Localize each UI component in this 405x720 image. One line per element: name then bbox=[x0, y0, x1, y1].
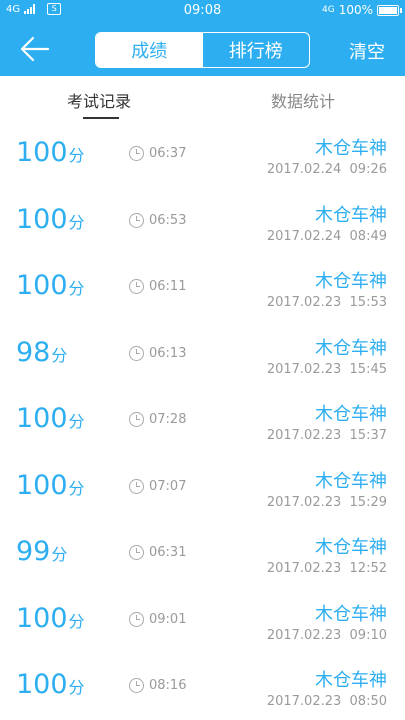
score-unit: 分 bbox=[68, 146, 85, 165]
record-datetime: 2017.02.23 15:45 bbox=[266, 361, 387, 377]
list-item[interactable]: 100分 07:07 木仓车神 2017.02.23 15:29 bbox=[0, 455, 405, 522]
score-value: 100分 bbox=[16, 203, 85, 238]
duration-value: 07:28 bbox=[149, 412, 187, 427]
duration: 06:53 bbox=[129, 212, 187, 228]
user-name: 木仓车神 bbox=[315, 603, 387, 625]
score-unit: 分 bbox=[68, 678, 85, 697]
duration-value: 06:37 bbox=[149, 146, 187, 161]
duration: 07:28 bbox=[129, 412, 186, 427]
score-value: 100分 bbox=[16, 404, 85, 437]
active-tab-indicator bbox=[83, 117, 119, 119]
app-header: 成绩 排行榜 清空 bbox=[0, 22, 405, 76]
score-number: 98 bbox=[16, 336, 51, 368]
score-unit: 分 bbox=[68, 412, 85, 431]
list-item[interactable]: 100分 06:11 木仓车神 2017.02.23 15:53 bbox=[0, 255, 405, 322]
duration-value: 09:01 bbox=[149, 611, 187, 627]
record-datetime: 2017.02.23 08:50 bbox=[266, 694, 387, 709]
score-unit: 分 bbox=[51, 545, 68, 564]
list-item[interactable]: 99分 06:31 木仓车神 2017.02.23 12:52 bbox=[0, 521, 405, 588]
record-datetime: 2017.02.24 08:49 bbox=[266, 228, 387, 244]
score-value: 98分 bbox=[16, 336, 68, 371]
score-unit: 分 bbox=[68, 212, 85, 232]
duration: 06:37 bbox=[129, 146, 186, 161]
score-number: 100 bbox=[16, 203, 68, 235]
clock-icon bbox=[129, 212, 144, 228]
score-value: 99分 bbox=[16, 537, 67, 570]
clear-button[interactable]: 清空 bbox=[349, 38, 385, 64]
list-item[interactable]: 100分 06:37 木仓车神 2017.02.24 09:26 bbox=[0, 122, 405, 189]
record-datetime: 2017.02.23 12:52 bbox=[266, 561, 387, 576]
duration: 06:13 bbox=[129, 345, 187, 361]
user-name: 木仓车神 bbox=[315, 404, 387, 425]
user-name: 木仓车神 bbox=[315, 204, 387, 226]
user-name: 木仓车神 bbox=[315, 138, 387, 159]
list-item[interactable]: 100分 08:16 木仓车神 2017.02.23 08:50 bbox=[0, 654, 405, 720]
network-indicator: 4G bbox=[321, 5, 335, 15]
clock-icon bbox=[129, 146, 144, 161]
score-value: 100分 bbox=[16, 469, 85, 504]
status-bar: 4G S 09:08 4G 100% bbox=[0, 0, 405, 22]
arrow-left-icon bbox=[20, 36, 50, 62]
score-number: 100 bbox=[16, 270, 68, 301]
duration: 07:07 bbox=[129, 478, 187, 494]
record-datetime: 2017.02.23 09:10 bbox=[266, 627, 387, 643]
score-unit: 分 bbox=[51, 345, 68, 365]
record-datetime: 2017.02.23 15:37 bbox=[266, 428, 387, 443]
duration-value: 06:11 bbox=[149, 279, 187, 294]
duration-value: 06:53 bbox=[149, 212, 187, 228]
duration-value: 06:13 bbox=[149, 345, 187, 361]
user-name: 木仓车神 bbox=[315, 337, 387, 359]
segment-leaderboard[interactable]: 排行榜 bbox=[203, 33, 310, 67]
user-name: 木仓车神 bbox=[315, 271, 387, 292]
score-value: 100分 bbox=[16, 138, 85, 171]
battery-icon bbox=[377, 4, 402, 16]
user-name: 木仓车神 bbox=[315, 470, 387, 492]
user-name: 木仓车神 bbox=[315, 537, 387, 558]
clock-icon bbox=[129, 345, 144, 361]
list-item[interactable]: 100分 09:01 木仓车神 2017.02.23 09:10 bbox=[0, 588, 405, 655]
score-number: 100 bbox=[16, 469, 68, 501]
battery-percent: 100% bbox=[338, 3, 373, 17]
score-value: 100分 bbox=[16, 602, 85, 637]
user-name: 木仓车神 bbox=[315, 670, 387, 691]
duration: 08:16 bbox=[129, 678, 186, 693]
score-number: 100 bbox=[16, 403, 68, 434]
status-right: 4G 100% bbox=[321, 3, 402, 17]
score-unit: 分 bbox=[68, 478, 85, 498]
clock-icon bbox=[129, 678, 144, 693]
duration-value: 06:31 bbox=[149, 545, 187, 560]
record-datetime: 2017.02.23 15:53 bbox=[266, 295, 387, 310]
clock-icon bbox=[129, 478, 144, 494]
duration-value: 08:16 bbox=[149, 678, 187, 693]
score-number: 100 bbox=[16, 137, 68, 168]
score-unit: 分 bbox=[68, 611, 85, 631]
segment-scores[interactable]: 成绩 bbox=[96, 33, 203, 67]
tab-data-stats[interactable]: 数据统计 bbox=[271, 88, 335, 112]
list-item[interactable]: 98分 06:13 木仓车神 2017.02.23 15:45 bbox=[0, 322, 405, 389]
score-value: 100分 bbox=[16, 670, 85, 703]
clock-icon bbox=[129, 412, 144, 427]
duration-value: 07:07 bbox=[149, 478, 187, 494]
duration: 09:01 bbox=[129, 611, 187, 627]
score-number: 100 bbox=[16, 602, 68, 634]
record-datetime: 2017.02.23 15:29 bbox=[266, 494, 387, 510]
clock-icon bbox=[129, 545, 144, 560]
tab-exam-records[interactable]: 考试记录 bbox=[67, 88, 131, 112]
score-number: 100 bbox=[16, 669, 68, 700]
clock-icon bbox=[129, 279, 144, 294]
record-datetime: 2017.02.24 09:26 bbox=[266, 162, 387, 177]
duration: 06:11 bbox=[129, 279, 186, 294]
score-unit: 分 bbox=[68, 279, 85, 298]
score-number: 99 bbox=[16, 536, 51, 567]
duration: 06:31 bbox=[129, 545, 186, 560]
list-item[interactable]: 100分 06:53 木仓车神 2017.02.24 08:49 bbox=[0, 189, 405, 256]
segmented-control: 成绩 排行榜 bbox=[95, 32, 310, 68]
list-item[interactable]: 100分 07:28 木仓车神 2017.02.23 15:37 bbox=[0, 388, 405, 455]
back-button[interactable] bbox=[20, 36, 50, 62]
tab-bar: 考试记录 数据统计 bbox=[0, 76, 405, 122]
score-value: 100分 bbox=[16, 271, 85, 304]
clock-icon bbox=[129, 611, 144, 627]
exam-record-list: 100分 06:37 木仓车神 2017.02.24 09:26 100分 06:53 木仓… bbox=[0, 122, 405, 720]
